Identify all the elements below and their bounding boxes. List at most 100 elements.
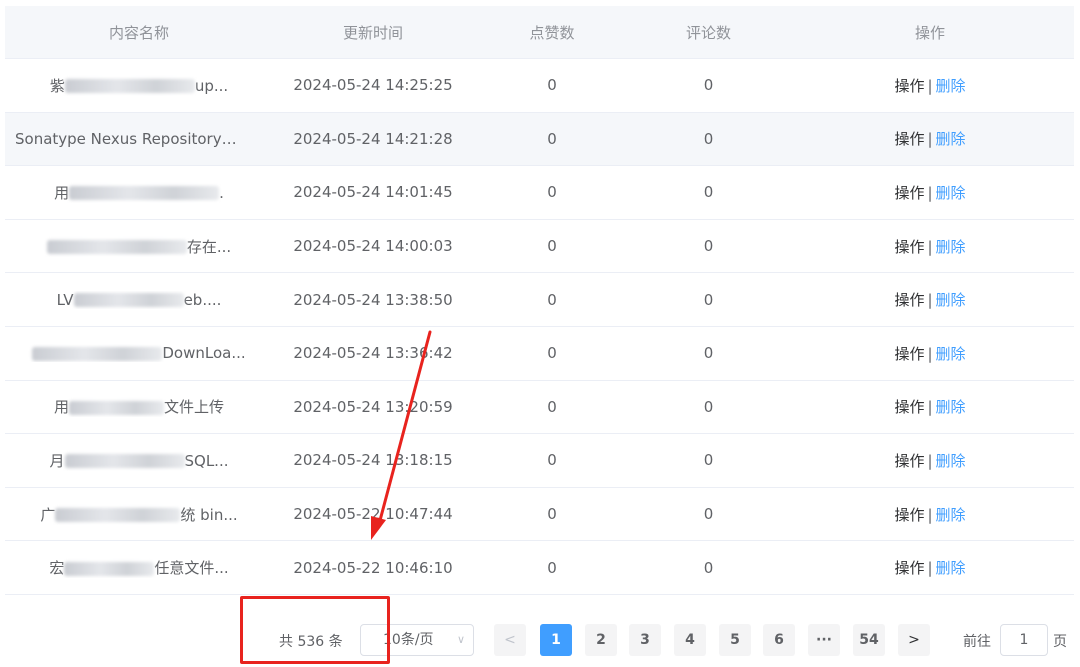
redacted-text [64, 454, 185, 469]
redacted-text [46, 240, 187, 255]
page-button[interactable]: 2 [585, 624, 617, 656]
content-name-suffix: 文件上传 [164, 398, 225, 417]
row-actions: 操作 | 删除 [786, 557, 1074, 578]
action-separator: | [927, 398, 933, 417]
action-separator: | [927, 451, 933, 470]
operate-link[interactable]: 操作 [894, 452, 924, 470]
table-row: 用 文件上传 2024-05-24 13:20:59 0 0 操作 | 删除 [5, 380, 1074, 435]
update-time: 2024-05-22 10:47:44 [293, 505, 453, 524]
content-name-prefix: LV [56, 290, 74, 309]
update-time: 2024-05-24 13:20:59 [293, 397, 453, 416]
delete-link[interactable]: 删除 [936, 130, 966, 148]
delete-link[interactable]: 删除 [936, 398, 966, 416]
redacted-text [64, 79, 195, 94]
like-count: 0 [547, 290, 557, 309]
operate-link[interactable]: 操作 [894, 506, 924, 524]
content-name-prefix: 宏 [49, 559, 65, 578]
delete-link[interactable]: 删除 [936, 77, 966, 95]
delete-link[interactable]: 删除 [936, 345, 966, 363]
operate-link[interactable]: 操作 [894, 238, 924, 256]
row-actions: 操作 | 删除 [786, 289, 1074, 310]
content-name: 月 SQL... [5, 450, 273, 471]
table-row: 广 统 bin... 2024-05-22 10:47:44 0 0 操作 | 删除 [5, 487, 1074, 542]
next-page-button[interactable]: > [898, 624, 930, 656]
content-name-suffix: 存在... [186, 237, 232, 256]
delete-link[interactable]: 删除 [936, 291, 966, 309]
update-time: 2024-05-24 13:38:50 [293, 290, 453, 309]
action-separator: | [927, 76, 933, 95]
goto-suffix: 页 [1053, 634, 1067, 650]
redacted-text [69, 400, 164, 415]
row-actions: 操作 | 删除 [786, 128, 1074, 149]
content-name-suffix: SQL... [184, 451, 229, 470]
table-row: 紫 up... 2024-05-24 14:25:25 0 0 操作 | 删除 [5, 59, 1074, 113]
content-name: 用 文件上传 [5, 396, 273, 417]
page-button[interactable]: 54 [853, 624, 885, 656]
action-separator: | [927, 344, 933, 363]
operate-link[interactable]: 操作 [894, 130, 924, 148]
row-actions: 操作 | 删除 [786, 236, 1074, 257]
like-count: 0 [547, 397, 557, 416]
row-actions: 操作 | 删除 [786, 343, 1074, 364]
table-body: 紫 up... 2024-05-24 14:25:25 0 0 操作 | 删除 Sonatype… [5, 59, 1074, 595]
update-time: 2024-05-24 14:01:45 [293, 183, 453, 202]
goto-page-input[interactable]: 1 [1000, 624, 1048, 656]
content-name-prefix: 用 [53, 398, 69, 417]
action-separator: | [927, 237, 933, 256]
update-time: 2024-05-22 10:46:10 [293, 558, 453, 577]
table-row: 月 SQL... 2024-05-24 13:18:15 0 0 操作 | 删除 [5, 434, 1074, 488]
header-likes: 点赞数 [529, 23, 575, 42]
like-count: 0 [547, 76, 557, 95]
content-name-prefix: Sonatype Nexus Repository [15, 129, 222, 148]
header-time: 更新时间 [342, 23, 403, 42]
delete-link[interactable]: 删除 [936, 238, 966, 256]
action-separator: | [927, 183, 933, 202]
delete-link[interactable]: 删除 [936, 184, 966, 202]
content-table: 内容名称 更新时间 点赞数 评论数 操作 紫 up... 2024-05-24 14… [5, 6, 1074, 595]
header-actions: 操作 [914, 23, 945, 42]
redacted-text [55, 508, 181, 523]
operate-link[interactable]: 操作 [894, 398, 924, 416]
page-button[interactable]: 6 [763, 624, 795, 656]
row-actions: 操作 | 删除 [786, 396, 1074, 417]
prev-page-button[interactable]: < [494, 624, 526, 656]
header-name: 内容名称 [108, 23, 169, 42]
page-button[interactable]: 3 [629, 624, 661, 656]
content-name: Sonatype Nexus Repository... [5, 130, 273, 148]
row-actions: 操作 | 删除 [786, 182, 1074, 203]
action-separator: | [927, 505, 933, 524]
content-name: LV eb.... [5, 291, 273, 309]
delete-link[interactable]: 删除 [936, 559, 966, 577]
comment-count: 0 [703, 183, 714, 202]
page-button[interactable]: 5 [719, 624, 751, 656]
operate-link[interactable]: 操作 [894, 291, 924, 309]
update-time: 2024-05-24 14:25:25 [293, 76, 453, 95]
header-comments: 评论数 [685, 23, 731, 42]
content-name: 存在... [5, 236, 273, 257]
operate-link[interactable]: 操作 [894, 345, 924, 363]
action-separator: | [927, 291, 933, 310]
redacted-text [32, 346, 163, 361]
page-button[interactable]: 1 [540, 624, 572, 656]
content-name-suffix: 任意文件... [154, 559, 229, 578]
update-time: 2024-05-24 13:36:42 [293, 344, 453, 363]
content-name-prefix: 紫 [49, 76, 65, 95]
operate-link[interactable]: 操作 [894, 559, 924, 577]
delete-link[interactable]: 删除 [936, 452, 966, 470]
redacted-text [73, 293, 184, 308]
comment-count: 0 [703, 237, 714, 256]
content-name-prefix: 用 [54, 183, 70, 202]
content-name-suffix: 统 bin... [180, 505, 238, 524]
chevron-down-icon: ∨ [456, 633, 465, 646]
update-time: 2024-05-24 14:21:28 [293, 129, 453, 148]
comment-count: 0 [703, 344, 714, 363]
operate-link[interactable]: 操作 [894, 184, 924, 202]
content-name: 紫 up... [5, 75, 273, 96]
more-pages-button[interactable]: ··· [808, 624, 840, 656]
operate-link[interactable]: 操作 [894, 77, 924, 95]
action-separator: | [927, 130, 933, 149]
page-button[interactable]: 4 [674, 624, 706, 656]
delete-link[interactable]: 删除 [936, 506, 966, 524]
comment-count: 0 [703, 451, 714, 470]
table-row: 宏 任意文件... 2024-05-22 10:46:10 0 0 操作 | 删除 [5, 541, 1074, 595]
